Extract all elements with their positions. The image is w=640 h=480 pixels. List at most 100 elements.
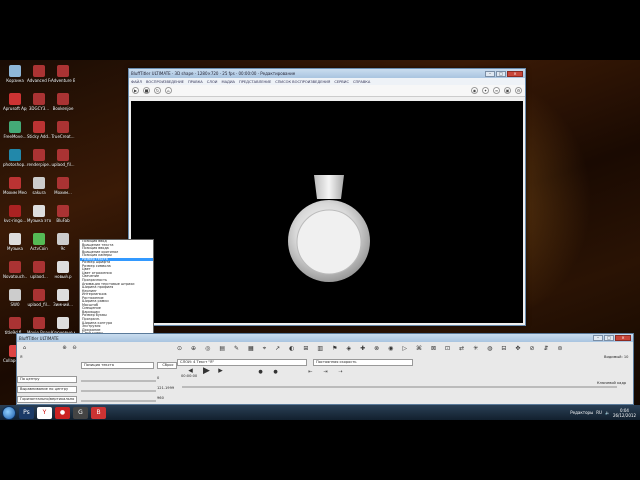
player-window[interactable]: BluffTitler ULTIMATE · 3D shape · 1280×7… <box>128 68 526 326</box>
panel-icon[interactable]: ▥ <box>317 345 323 353</box>
desktop-icon[interactable]: kvc-ringo... <box>3 205 27 223</box>
light-icon[interactable]: ✦ <box>482 87 489 94</box>
taskbar-app-icon[interactable]: Y <box>37 406 52 419</box>
grid-icon[interactable]: ▤ <box>219 345 225 353</box>
desktop-icon[interactable]: uplaod_fil... <box>51 149 75 167</box>
taskbar-app-icon[interactable]: Ps <box>19 406 34 419</box>
menu-item[interactable]: ФАЙЛ <box>131 80 142 84</box>
table-icon[interactable]: ▦ <box>248 345 254 353</box>
forward-icon[interactable]: ▸ <box>217 367 224 376</box>
add-layer-icon[interactable]: ⊕ <box>191 345 196 353</box>
desktop-icon[interactable]: Музыка этого <box>27 205 51 223</box>
next-key-icon[interactable]: ⇥ <box>322 369 329 376</box>
pen-icon[interactable]: ✎ <box>234 345 239 353</box>
rewind-icon[interactable]: ◂ <box>187 367 194 376</box>
taskbar-app-icon[interactable]: ● <box>55 406 70 419</box>
arrow-icon[interactable]: ↗ <box>275 345 280 353</box>
target-icon[interactable]: ⊙ <box>177 345 182 353</box>
desktop-icon[interactable]: Adventure Вы... <box>51 65 75 83</box>
cross-icon[interactable]: ✚ <box>360 345 365 353</box>
taskbar-app-icon[interactable]: B <box>91 406 106 419</box>
editor-titlebar[interactable]: BluffTitler ULTIMATE – □ × <box>17 334 633 342</box>
desktop-icon[interactable]: новый.p <box>51 261 75 279</box>
desktop-icon[interactable]: TrueCreat... <box>51 121 75 139</box>
media-icon[interactable]: ▣ <box>504 87 511 94</box>
desktop-icon[interactable]: uplaod... <box>27 261 51 279</box>
menu-item[interactable]: ВОСПРОИЗВЕДЕНИЕ <box>146 80 184 84</box>
slider-1[interactable] <box>81 390 156 392</box>
player-titlebar[interactable]: BluffTitler ULTIMATE · 3D shape · 1280×7… <box>129 69 525 78</box>
desktop-icon[interactable]: uplaod_fil... <box>27 289 51 307</box>
maximize-button[interactable]: □ <box>496 70 506 77</box>
menu-item[interactable]: ПРАВКА <box>188 80 203 84</box>
row-combo-0[interactable]: По центру <box>17 376 77 383</box>
remove-icon[interactable]: ⊗ <box>374 345 379 353</box>
taskbar-app-icon[interactable]: G <box>73 406 88 419</box>
desktop-icon[interactable]: Novatouch... <box>3 261 27 279</box>
volume-icon[interactable]: 🔈 <box>605 410 610 415</box>
desktop-icon[interactable]: BluFab <box>51 205 75 223</box>
menu-item[interactable]: СЕРВИС <box>334 80 349 84</box>
no-icon[interactable]: ⊘ <box>529 345 534 353</box>
remove-icon[interactable]: ⊖ <box>71 345 78 352</box>
desktop-icon[interactable]: Bookenjoe <box>51 93 75 111</box>
box-x-icon[interactable]: ⊠ <box>431 345 436 353</box>
stop-icon[interactable]: ■ <box>143 87 150 94</box>
desktop-icon[interactable]: ActvCoin <box>27 233 51 251</box>
row-combo-1[interactable]: Выравнивание по центру <box>17 386 77 393</box>
desktop-icon[interactable]: 3DGCY3... <box>27 93 51 111</box>
camera-icon[interactable]: ◎ <box>205 345 210 353</box>
play-icon[interactable]: ▶ <box>132 87 139 94</box>
menu-item[interactable]: ПРЕДСТАВЛЕНИЕ <box>239 80 271 84</box>
layer-select[interactable]: СЛОЙ: 4 Текст "Я" <box>177 359 307 366</box>
clock[interactable]: 0:04 26/12/2012 <box>613 408 636 418</box>
desktop-icon[interactable]: photoshop... <box>3 149 27 167</box>
slider-0[interactable] <box>81 380 156 382</box>
desktop-icon[interactable]: Зимний... <box>51 289 75 307</box>
key-nav-icon[interactable]: ⇢ <box>337 369 344 376</box>
diamond-icon[interactable]: ◈ <box>346 345 351 353</box>
refresh-icon[interactable]: ↻ <box>154 87 161 94</box>
desktop-icon[interactable]: Мохим Мессидж <box>3 177 27 195</box>
home-icon[interactable]: ⌂ <box>165 87 172 94</box>
move-icon[interactable]: ✥ <box>515 345 520 353</box>
desktop-icon[interactable]: Корзина <box>3 65 27 83</box>
play-icon[interactable]: ▷ <box>402 345 407 353</box>
minus-box-icon[interactable]: ⊟ <box>501 345 506 353</box>
add-icon[interactable]: ⊕ <box>61 345 68 352</box>
contrast-icon[interactable]: ◐ <box>289 345 294 353</box>
speed-select[interactable]: Постоянная скорость <box>313 359 413 366</box>
slider-2[interactable] <box>81 400 156 402</box>
desktop-icon[interactable]: Музыка <box>3 233 27 251</box>
desktop-icon[interactable]: FreeMove... <box>3 121 27 139</box>
editor-window[interactable]: BluffTitler ULTIMATE – □ × ⌂ Я ⊕ ⊖ Позиц… <box>16 333 634 405</box>
plus-box-icon[interactable]: ⊞ <box>303 345 308 353</box>
desktop-icon[interactable]: Advanced Forcify C... <box>27 65 51 83</box>
desktop-icon[interactable]: Мохим... <box>51 177 75 195</box>
prev-key-icon[interactable]: ⇤ <box>307 369 314 376</box>
command-icon[interactable]: ⌘ <box>416 345 422 353</box>
render-viewport[interactable] <box>131 101 523 323</box>
apply-button[interactable]: Сброс <box>157 362 177 369</box>
record-icon[interactable]: ◉ <box>388 345 393 353</box>
lang-indicator[interactable]: RU <box>596 410 602 415</box>
start-button[interactable] <box>2 405 16 420</box>
menu-item[interactable]: СЛОИ <box>207 80 218 84</box>
sort-icon[interactable]: ⇵ <box>543 345 548 353</box>
swap-icon[interactable]: ⇄ <box>459 345 464 353</box>
desktop-icon[interactable]: renderpipe... <box>27 149 51 167</box>
layers-icon[interactable]: ≡ <box>493 87 500 94</box>
menu-item[interactable]: МАДИА <box>221 80 235 84</box>
flag-icon[interactable]: ⚑ <box>332 345 337 353</box>
editor-maximize-button[interactable]: □ <box>604 335 614 341</box>
circle-icon[interactable]: ⊜ <box>558 345 563 353</box>
settings-icon[interactable]: ⚙ <box>515 87 522 94</box>
keyframe-dot-icon[interactable]: ● <box>257 369 264 376</box>
menu-item[interactable]: СПРАВКА <box>353 80 370 84</box>
desktop-icon[interactable]: 9c <box>51 233 75 251</box>
menu-item[interactable]: СПИСОК ВОСПРОИЗВЕДЕНИЯ <box>275 80 330 84</box>
editor-minimize-button[interactable]: – <box>593 335 603 341</box>
close-button[interactable]: × <box>507 70 523 77</box>
crosshair-icon[interactable]: ⌖ <box>263 345 266 353</box>
dot-icon[interactable]: ◍ <box>487 345 492 353</box>
